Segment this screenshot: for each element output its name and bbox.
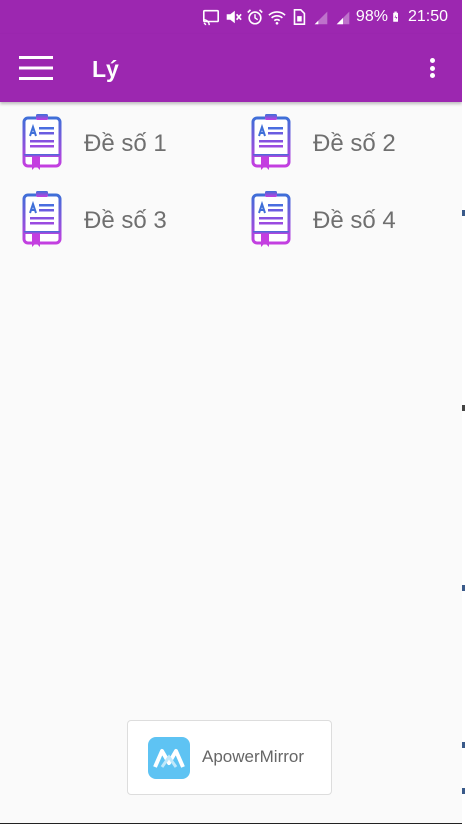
wifi-icon [268,11,286,25]
edge-mark [462,742,465,748]
exam-label: Đề số 3 [84,207,167,234]
alarm-icon [247,9,263,25]
hamburger-icon [19,56,53,80]
edge-mark [462,585,465,591]
overflow-menu-button[interactable] [420,54,444,82]
apowermirror-label: ApowerMirror [202,747,305,766]
exam-document-icon [251,191,291,247]
exam-item-3[interactable]: Đề số 3 [0,189,220,253]
exam-item-2[interactable]: Đề số 2 [229,112,449,176]
exam-label: Đề số 2 [313,130,396,157]
exam-document-icon [251,114,291,170]
apowermirror-badge: ApowerMirror [127,720,332,795]
signal-1-icon [314,11,328,25]
signal-2-icon [336,11,350,25]
screen-edge [462,0,466,829]
edge-mark [462,210,465,216]
screen: 98% 21:50 Lý Đề số 1 Đề số 2 Đề số 3 Đề … [0,0,462,823]
exam-item-1[interactable]: Đề số 1 [0,112,220,176]
sim-icon [293,8,306,26]
exam-document-icon [22,191,62,247]
status-clock: 21:50 [407,8,448,25]
exam-label: Đề số 1 [84,130,167,157]
exam-document-icon [22,114,62,170]
edge-mark [462,788,465,794]
exam-item-4[interactable]: Đề số 4 [229,189,449,253]
menu-button[interactable] [14,48,58,88]
app-bar: Lý [0,34,462,102]
battery-percentage: 98% [355,8,388,25]
cast-icon [202,9,219,26]
more-vertical-icon [429,58,435,63]
bottom-line [0,823,462,824]
status-icons: 98% 21:50 [202,6,448,28]
apowermirror-logo-icon [148,737,190,779]
mute-icon [226,10,242,24]
battery-charging-icon [393,11,398,22]
status-bar: 98% 21:50 [0,0,462,34]
exam-label: Đề số 4 [313,207,396,234]
page-title: Lý [92,56,119,82]
edge-mark [462,405,465,411]
